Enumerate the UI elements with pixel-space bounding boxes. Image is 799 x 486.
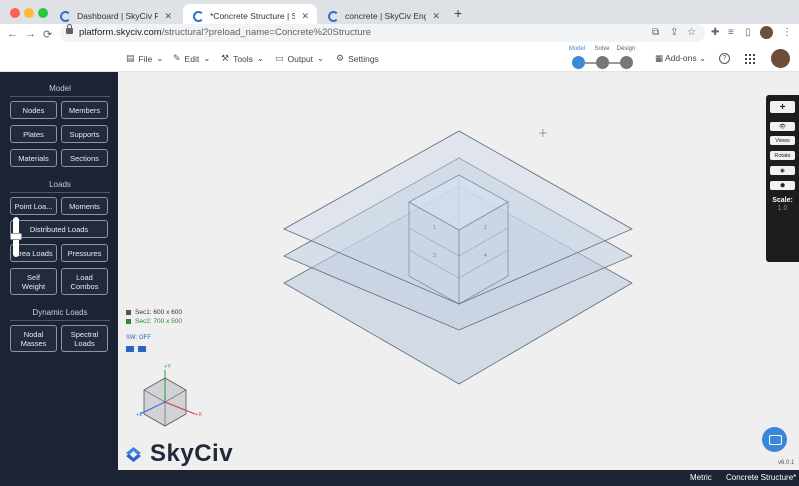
view-toggles	[126, 346, 146, 352]
skyciv-logo: SkyCiv	[123, 440, 233, 468]
x-axis-label: +X	[195, 412, 202, 418]
scale-value: 1.0	[777, 205, 788, 212]
unlock-icon[interactable]	[126, 346, 134, 352]
structure-model[interactable]: 1 2 3 4 +Y +X +Z	[0, 0, 799, 486]
document-name: Concrete Structure*	[726, 473, 797, 482]
node-label: 4	[484, 253, 487, 259]
units-indicator[interactable]: Metric	[690, 473, 712, 482]
legend-label: Sec1: 600 x 600	[135, 309, 182, 316]
scale-slider-handle[interactable]	[10, 233, 22, 240]
skyciv-logo-icon	[126, 446, 141, 462]
legend-item: Sec1: 600 x 600	[126, 308, 182, 317]
legend-swatch	[126, 309, 131, 315]
visibility-eye-icon[interactable]: 👁	[770, 122, 795, 131]
camera-icon[interactable]: ◉	[770, 166, 795, 175]
legend-item: Sec2: 700 x 500	[126, 317, 182, 326]
y-axis-label: +Y	[164, 364, 171, 370]
3d-toggle-icon[interactable]	[138, 346, 146, 352]
node-label: 1	[433, 225, 436, 231]
scale-label: Scale:	[772, 197, 793, 204]
view-tools-panel: + 👁 Views Rotate ◉ ⬢ Scale: 1.0	[766, 95, 799, 262]
rotate-button[interactable]: Rotate	[770, 151, 795, 160]
node-label: 3	[433, 253, 436, 259]
legend-swatch	[126, 318, 131, 324]
legend-label: Sec2: 700 x 500	[135, 318, 182, 325]
views-button[interactable]: Views	[770, 136, 795, 145]
version-label: v6.0.1	[778, 460, 795, 466]
node-label: 2	[484, 225, 487, 231]
z-axis-label: +Z	[136, 412, 143, 418]
section-legend: Sec1: 600 x 600 Sec2: 700 x 500	[126, 308, 182, 326]
status-bar: Metric Concrete Structure*	[0, 470, 799, 486]
app-window: Dashboard | SkyCiv Platform ✕ *Concrete …	[0, 0, 799, 486]
zoom-in-button[interactable]: +	[770, 101, 795, 113]
self-weight-status: SW: OFF	[126, 335, 151, 341]
cube-icon[interactable]: ⬢	[770, 181, 795, 190]
logo-text: SkyCiv	[150, 440, 234, 467]
chat-button[interactable]	[762, 427, 787, 452]
